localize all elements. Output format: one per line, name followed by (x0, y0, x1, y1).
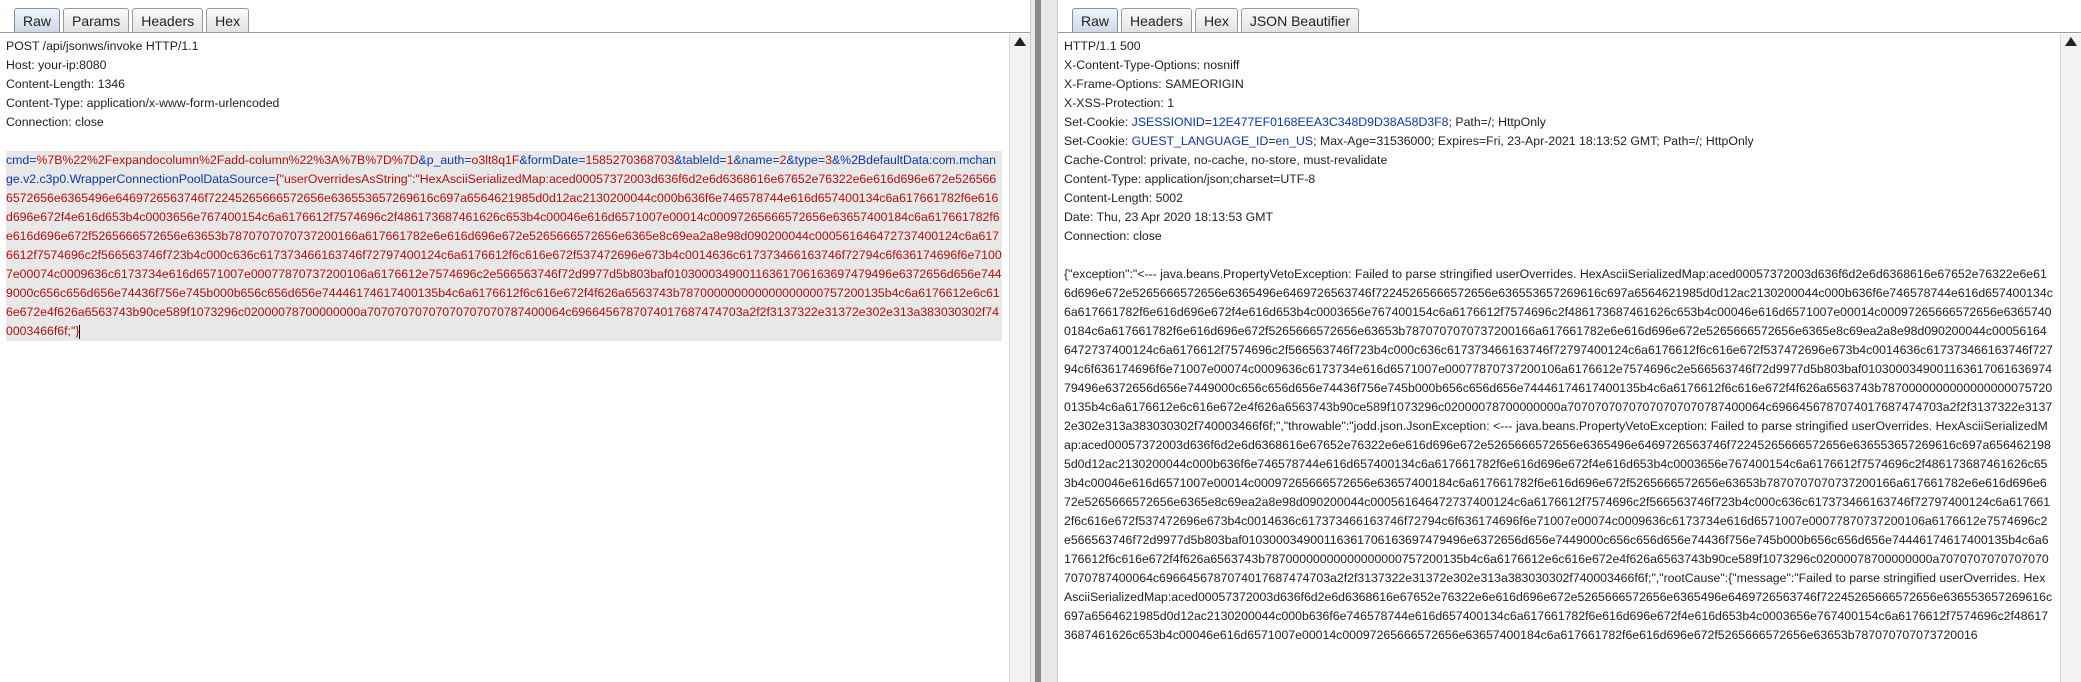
response-tab-raw[interactable]: Raw (1072, 8, 1119, 32)
param-name: type (794, 153, 818, 167)
response-tab-json-beautifier[interactable]: JSON Beautifier (1240, 8, 1360, 32)
param-value: 3 (825, 153, 832, 167)
request-tab-raw[interactable]: Raw (14, 8, 61, 32)
response-header: Content-Length: 5002 (1064, 191, 1183, 205)
request-scrollbar[interactable] (1009, 34, 1030, 682)
param-name: p_auth (426, 153, 465, 167)
param-name: tableId (682, 153, 720, 167)
param-ampersand: & (786, 153, 795, 167)
cookie-name: JSESSIONID (1131, 115, 1205, 129)
param-ampersand: & (831, 153, 841, 167)
request-header-connection: Connection: close (6, 115, 104, 129)
request-tab-headers[interactable]: Headers (132, 8, 204, 32)
response-header: X-XSS-Protection: 1 (1064, 96, 1175, 110)
param-name: name (741, 153, 773, 167)
param-equals: = (772, 153, 780, 167)
request-pane: Raw Params Headers Hex POST /api/jsonws/… (0, 0, 1030, 682)
param-equals: = (464, 153, 472, 167)
param-equals: = (719, 153, 727, 167)
cookie-prefix: Set-Cookie: (1064, 134, 1132, 148)
scroll-up-arrow-icon[interactable] (2065, 37, 2077, 46)
cookie-name: GUEST_LANGUAGE_ID (1131, 134, 1269, 148)
splitter-handle[interactable] (1035, 0, 1041, 682)
param-name: cmd (6, 153, 30, 167)
cookie-value: 12E477EF0168EEA3C348D9D38A58D3F8 (1211, 115, 1449, 129)
response-tab-headers[interactable]: Headers (1121, 8, 1192, 32)
request-tab-bar: Raw Params Headers Hex (0, 0, 1030, 33)
param-ampersand: & (733, 153, 742, 167)
param-value: %7B%22%2Fexpandocolumn%2Fadd-column%22%3… (36, 153, 419, 167)
request-editor[interactable]: POST /api/jsonws/invoke HTTP/1.1 Host: y… (0, 34, 1008, 682)
response-status-line: HTTP/1.1 500 (1064, 39, 1141, 53)
response-header: Connection: close (1064, 229, 1162, 243)
request-tab-hex[interactable]: Hex (206, 8, 250, 32)
response-header: Cache-Control: private, no-cache, no-sto… (1064, 153, 1388, 167)
response-tab-hex[interactable]: Hex (1194, 8, 1238, 32)
request-header-content-length: Content-Length: 1346 (6, 77, 125, 91)
response-viewer[interactable]: HTTP/1.1 500 X-Content-Type-Options: nos… (1058, 34, 2059, 682)
param-ampersand: & (674, 153, 683, 167)
request-header-host: Host: your-ip:8080 (6, 58, 107, 72)
cookie-attributes: ; Max-Age=31536000; Expires=Fri, 23-Apr-… (1313, 134, 1754, 148)
param-name: formDate (527, 153, 579, 167)
response-header: Content-Type: application/json;charset=U… (1064, 172, 1316, 186)
response-header: Date: Thu, 23 Apr 2020 18:13:53 GMT (1064, 210, 1273, 224)
param-value: o3lt8q1F (471, 153, 520, 167)
response-pane: Raw Headers Hex JSON Beautifier HTTP/1.1… (1058, 0, 2081, 682)
cookie-prefix: Set-Cookie: (1064, 115, 1132, 129)
text-caret (79, 324, 81, 339)
response-tab-bar: Raw Headers Hex JSON Beautifier (1058, 0, 2081, 33)
cookie-value: en_US (1275, 134, 1314, 148)
response-set-cookie-session: Set-Cookie: JSESSIONID=12E477EF0168EEA3C… (1064, 115, 1546, 129)
param-value: {"userOverridesAsString":"HexAsciiSerial… (6, 172, 1002, 338)
scroll-up-arrow-icon[interactable] (1014, 37, 1026, 46)
response-header: X-Content-Type-Options: nosniff (1064, 58, 1240, 72)
response-scrollbar[interactable] (2060, 34, 2081, 682)
cookie-attributes: ; Path=/; HttpOnly (1448, 115, 1546, 129)
response-body: {"exception":"<--- java.beans.PropertyVe… (1064, 267, 2053, 642)
response-header: X-Frame-Options: SAMEORIGIN (1064, 77, 1244, 91)
param-ampersand: & (418, 153, 427, 167)
response-set-cookie-language: Set-Cookie: GUEST_LANGUAGE_ID=en_US; Max… (1064, 134, 1754, 148)
param-value: 1585270368703 (585, 153, 675, 167)
request-line: POST /api/jsonws/invoke HTTP/1.1 (6, 39, 199, 53)
request-header-content-type: Content-Type: application/x-www-form-url… (6, 96, 280, 110)
request-tab-params[interactable]: Params (63, 8, 130, 32)
pane-splitter[interactable] (1030, 0, 1058, 682)
param-ampersand: & (519, 153, 528, 167)
request-body: cmd = %7B%22%2Fexpandocolumn%2Fadd-column%… (6, 151, 1002, 341)
